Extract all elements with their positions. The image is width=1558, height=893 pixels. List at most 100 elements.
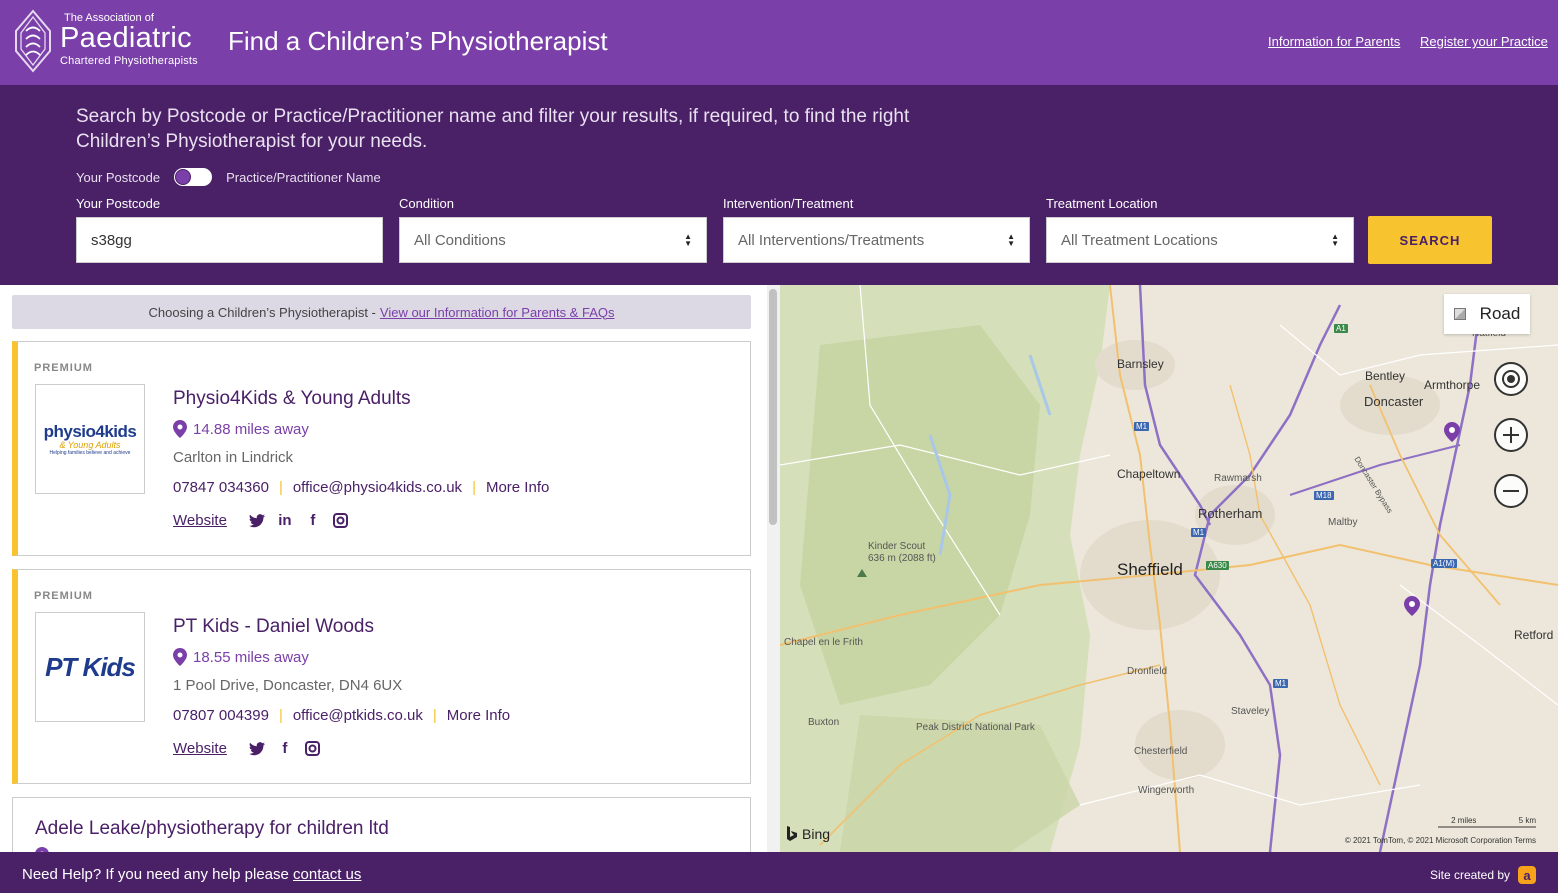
map-label-rawmarsh: Rawmarsh	[1214, 473, 1262, 484]
road-tag-m1: M1	[1273, 679, 1289, 688]
result-card: Adele Leake/physiotherapy for children l…	[12, 797, 751, 852]
distance-text: 18.55 miles away	[193, 648, 309, 666]
bing-icon	[787, 826, 797, 841]
parents-faq-link[interactable]: View our Information for Parents & FAQs	[380, 305, 615, 320]
map-label-doncaster: Doncaster	[1364, 394, 1424, 409]
zoom-in-button[interactable]	[1494, 418, 1528, 452]
intervention-select[interactable]: All Interventions/Treatments ▲ ▼	[723, 217, 1030, 263]
map-label-kinder-scout: Kinder Scout	[868, 541, 926, 552]
credit-text: Site created by	[1429, 868, 1510, 882]
practice-name[interactable]: PT Kids - Daniel Woods	[173, 616, 374, 638]
more-info-link[interactable]: More Info	[447, 707, 510, 724]
apcp-logo[interactable]: The Association of Paediatric Chartered …	[14, 9, 214, 73]
map-label-maltby: Maltby	[1328, 517, 1358, 528]
toggle-label-name: Practice/Practitioner Name	[226, 169, 381, 185]
separator: |	[278, 707, 283, 724]
links-row: Website in f	[173, 512, 355, 529]
condition-select-value: All Conditions	[414, 231, 506, 249]
practice-address: 1 Pool Drive, Doncaster, DN4 6UX	[173, 677, 403, 694]
map-label-barnsley: Barnsley	[1117, 357, 1164, 371]
contact-row: 07847 034360 | office@physio4kids.co.uk …	[173, 479, 549, 496]
map-label-chapeltown: Chapeltown	[1117, 467, 1181, 481]
information-for-parents-link[interactable]: Information for Parents	[1268, 34, 1400, 49]
search-mode-toggle-row: Your Postcode Practice/Practitioner Name	[76, 167, 381, 187]
plus-icon	[1503, 427, 1519, 443]
zoom-out-button[interactable]	[1494, 474, 1528, 508]
map-scale: 2 miles 5 km	[1451, 816, 1536, 825]
intervention-select-value: All Interventions/Treatments	[738, 231, 925, 249]
footer: Need Help? If you need any help please c…	[0, 852, 1558, 893]
separator: |	[432, 707, 437, 724]
facebook-icon[interactable]: f	[277, 740, 293, 757]
parents-info-notice: Choosing a Children’s Physiotherapist - …	[12, 295, 751, 329]
email-link[interactable]: office@physio4kids.co.uk	[293, 479, 462, 496]
instagram-icon[interactable]	[333, 513, 349, 529]
map-label-chapel-en-le-frith: Chapel en le Frith	[784, 637, 863, 648]
website-link[interactable]: Website	[173, 740, 227, 757]
treatment-location-select[interactable]: All Treatment Locations ▲ ▼	[1046, 217, 1354, 263]
logo-text: PT Kids	[45, 651, 136, 682]
map-label-buxton: Buxton	[808, 717, 840, 728]
email-link[interactable]: office@ptkids.co.uk	[293, 707, 423, 724]
map-label-staveley: Staveley	[1231, 706, 1270, 717]
phone-link[interactable]: 07807 004399	[173, 707, 269, 724]
apcp-emblem-icon	[15, 9, 51, 73]
scale-miles: 2 miles	[1451, 816, 1477, 825]
agency-logo-icon[interactable]: a	[1518, 866, 1536, 884]
location-pin-icon	[173, 420, 187, 438]
select-arrows-icon: ▲ ▼	[1007, 232, 1015, 248]
postcode-input[interactable]: s38gg	[76, 217, 383, 263]
switch-knob	[175, 169, 192, 185]
instagram-icon[interactable]	[305, 741, 321, 757]
linkedin-icon[interactable]: in	[277, 512, 293, 529]
locate-me-button[interactable]	[1494, 362, 1528, 396]
road-tag-m18: M18	[1314, 491, 1334, 500]
register-practice-link[interactable]: Register your Practice	[1420, 34, 1548, 49]
website-link[interactable]: Website	[173, 512, 227, 529]
map-label-peak-district: Peak District National Park	[916, 722, 1035, 733]
twitter-icon[interactable]	[248, 741, 265, 757]
map-label-chesterfield: Chesterfield	[1134, 746, 1188, 757]
notice-text: Choosing a Children’s Physiotherapist -	[148, 304, 376, 320]
results-scrollbar[interactable]	[767, 285, 780, 852]
scrollbar-thumb[interactable]	[769, 289, 777, 525]
search-button[interactable]: SEARCH	[1368, 216, 1492, 264]
condition-select[interactable]: All Conditions ▲ ▼	[399, 217, 707, 263]
distance-text: 14.88 miles away	[193, 420, 309, 438]
condition-label: Condition	[399, 196, 454, 211]
target-icon	[1502, 370, 1520, 388]
practice-address: Carlton in Lindrick	[173, 449, 294, 466]
intervention-label: Intervention/Treatment	[723, 196, 854, 211]
contact-us-link[interactable]: contact us	[293, 866, 361, 883]
bing-text: Bing	[802, 826, 831, 842]
practice-logo[interactable]: physio4kids & Young Adults Helping famil…	[35, 384, 145, 494]
map-label-dronfield: Dronfield	[1127, 666, 1168, 677]
top-header: The Association of Paediatric Chartered …	[0, 0, 1558, 85]
scale-km: 5 km	[1518, 816, 1536, 825]
map[interactable]: Barnsley Bentley Armthorpe Doncaster Hat…	[780, 285, 1558, 852]
contact-row: 07807 004399 | office@ptkids.co.uk | Mor…	[173, 707, 510, 724]
more-info-link[interactable]: More Info	[486, 479, 549, 496]
map-label-rotherham: Rotherham	[1198, 506, 1263, 521]
logo-line-3: Chartered Physiotherapists	[60, 55, 198, 67]
separator: |	[472, 479, 476, 496]
practice-name[interactable]: Physio4Kids & Young Adults	[173, 388, 411, 410]
treatment-location-label: Treatment Location	[1046, 196, 1158, 211]
road-tag-m1: M1	[1191, 528, 1207, 537]
site-credit: Site created by a	[1430, 866, 1536, 884]
facebook-icon[interactable]: f	[305, 512, 321, 529]
logo-tagline: Helping families believe and achieve	[49, 450, 131, 456]
road-tag-a630: A630	[1206, 561, 1229, 570]
search-mode-switch[interactable]	[174, 168, 213, 186]
practice-logo[interactable]: PT Kids	[35, 612, 145, 722]
map-type-button[interactable]: Road	[1444, 294, 1530, 334]
practice-name[interactable]: Adele Leake/physiotherapy for children l…	[35, 818, 389, 840]
twitter-icon[interactable]	[248, 513, 265, 529]
location-pin-icon	[173, 648, 187, 666]
search-intro-text: Search by Postcode or Practice/Practitio…	[76, 106, 910, 152]
result-card: PREMIUM physio4kids & Young Adults Helpi…	[12, 341, 751, 556]
logo-line-2: Paediatric	[60, 22, 192, 54]
phone-link[interactable]: 07847 034360	[173, 479, 269, 496]
map-copyright: © 2021 TomTom, © 2021 Microsoft Corporat…	[1344, 836, 1536, 845]
road-tag-a1: A1	[1334, 324, 1348, 333]
